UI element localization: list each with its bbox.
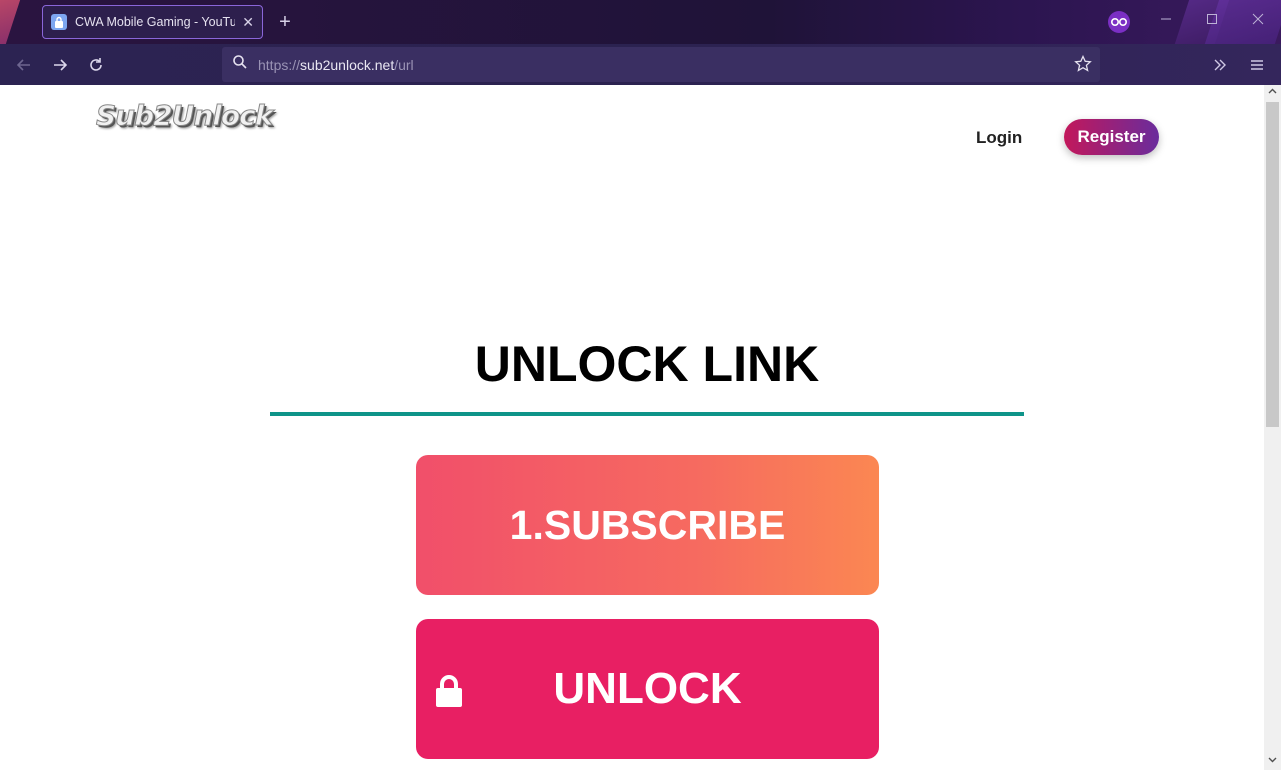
url-text[interactable]: https://sub2unlock.net/url [258, 57, 414, 73]
site-logo[interactable]: Sub2Unlock [95, 99, 273, 133]
lock-favicon-icon [51, 14, 67, 30]
reload-icon[interactable] [85, 54, 107, 76]
title-divider [270, 412, 1024, 416]
browser-tab[interactable]: CWA Mobile Gaming - YouTube ✕ [42, 5, 263, 39]
page-content: Sub2Unlock Login Register UNLOCK LINK 1.… [0, 85, 1264, 770]
url-host: sub2unlock.net [300, 56, 395, 73]
theme-decoration [0, 0, 24, 44]
scroll-down-icon[interactable] [1266, 755, 1279, 769]
maximize-icon[interactable] [1202, 12, 1222, 28]
close-window-icon[interactable] [1248, 12, 1268, 28]
lock-icon [435, 669, 463, 707]
page-title: UNLOCK LINK [474, 336, 820, 392]
minimize-icon[interactable] [1156, 12, 1176, 28]
overflow-chevrons-icon[interactable] [1209, 54, 1231, 76]
new-tab-button[interactable]: + [275, 10, 295, 34]
address-bar[interactable]: https://sub2unlock.net/url [222, 47, 1100, 82]
subscribe-label: 1.SUBSCRIBE [509, 501, 786, 548]
browser-titlebar: CWA Mobile Gaming - YouTube ✕ + [0, 0, 1281, 44]
unlock-label: UNLOCK [553, 664, 742, 713]
url-path: /url [394, 56, 414, 73]
register-button[interactable]: Register [1064, 119, 1159, 155]
bookmark-star-icon[interactable] [1074, 54, 1092, 78]
tab-close-icon[interactable]: ✕ [242, 14, 254, 31]
forward-arrow-icon[interactable] [49, 54, 71, 76]
private-mask-icon[interactable] [1108, 11, 1130, 33]
subscribe-button[interactable]: 1.SUBSCRIBE [416, 455, 879, 595]
tab-title: CWA Mobile Gaming - YouTube [75, 15, 235, 29]
scroll-up-icon[interactable] [1266, 87, 1279, 101]
unlock-button[interactable]: UNLOCK [416, 619, 879, 759]
login-link[interactable]: Login [976, 128, 1022, 148]
scroll-thumb[interactable] [1266, 102, 1279, 427]
url-scheme: https:// [258, 56, 301, 73]
search-icon [232, 54, 248, 75]
back-arrow-icon[interactable] [13, 54, 35, 76]
menu-icon[interactable] [1246, 54, 1268, 76]
